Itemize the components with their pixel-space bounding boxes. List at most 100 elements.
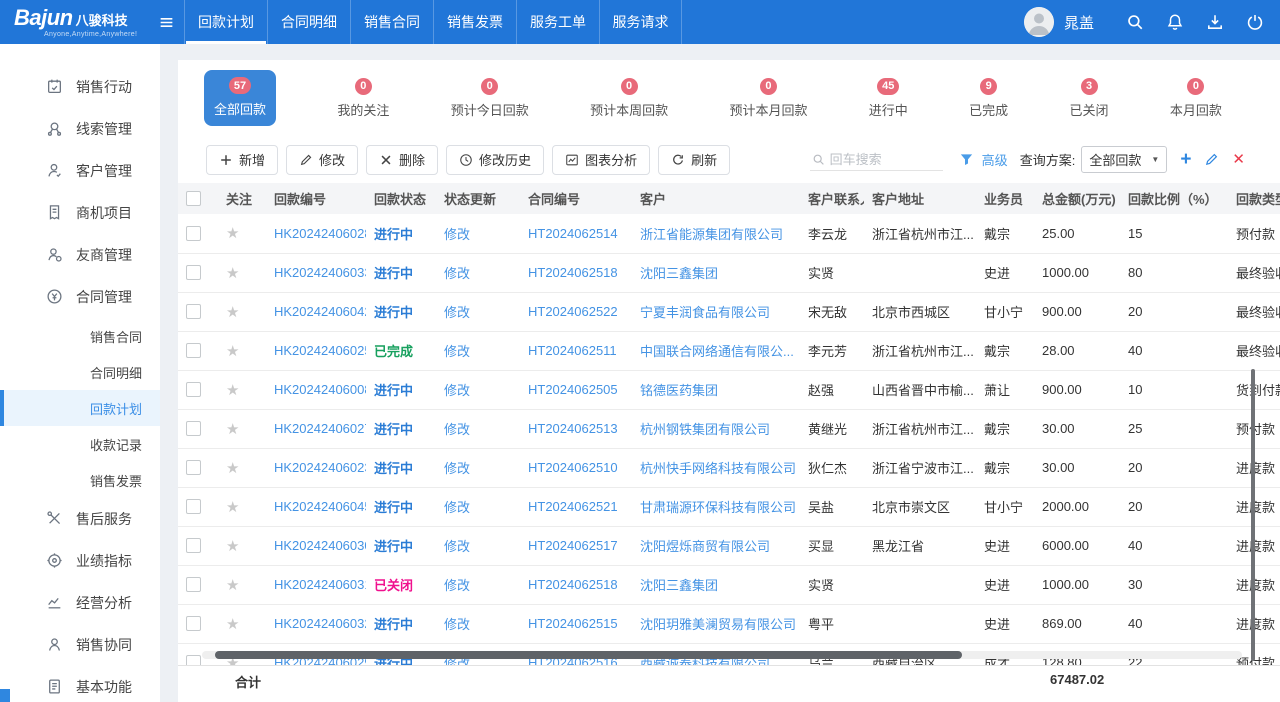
star-icon[interactable]: ★ (226, 421, 239, 438)
contract-link[interactable]: HT2024062517 (528, 538, 618, 553)
star-icon[interactable]: ★ (226, 265, 239, 282)
contract-link[interactable]: HT2024062514 (528, 226, 618, 241)
column-header-5[interactable]: 客户 (632, 183, 800, 214)
plan-no-link[interactable]: HK20242406042 (274, 304, 366, 319)
contract-link[interactable]: HT2024062521 (528, 499, 618, 514)
star-icon[interactable]: ★ (226, 225, 239, 242)
customer-link[interactable]: 铭德医药集团 (640, 383, 718, 398)
edit-link[interactable]: 修改 (444, 383, 470, 398)
search-input[interactable] (830, 152, 935, 167)
delete-button[interactable]: 删除 (366, 145, 438, 175)
sidebar-subitem-5-3[interactable]: 收款记录 (0, 426, 160, 462)
column-header-1[interactable]: 回款编号 (266, 183, 366, 214)
customer-link[interactable]: 沈阳三鑫集团 (640, 266, 718, 281)
stat-filter-7[interactable]: 3已关闭 (1070, 78, 1109, 119)
sidebar-item-3[interactable]: 商机项目 (0, 192, 160, 234)
stat-filter-2[interactable]: 0预计今日回款 (451, 78, 529, 119)
contract-link[interactable]: HT2024062505 (528, 382, 618, 397)
row-checkbox[interactable] (186, 616, 201, 631)
row-checkbox[interactable] (186, 226, 201, 241)
column-header-10[interactable]: 回款比例（%） (1120, 183, 1228, 214)
horizontal-scrollbar-track[interactable] (202, 651, 1242, 659)
add-scheme-button[interactable]: + (1180, 150, 1191, 169)
download-icon[interactable] (1206, 13, 1224, 31)
contract-link[interactable]: HT2024062513 (528, 421, 618, 436)
refresh-button[interactable]: 刷新 (658, 145, 730, 175)
plan-no-link[interactable]: HK20242406023 (274, 460, 366, 475)
sidebar-item-4[interactable]: 友商管理 (0, 234, 160, 276)
plan-no-link[interactable]: HK20242406031 (274, 577, 366, 592)
star-icon[interactable]: ★ (226, 538, 239, 555)
plan-no-link[interactable]: HK20242406045 (274, 499, 366, 514)
column-header-6[interactable]: 客户联系人 (800, 183, 864, 214)
column-header-11[interactable]: 回款类型 (1228, 183, 1280, 214)
nav-tab-3[interactable]: 销售发票 (433, 0, 516, 44)
customer-link[interactable]: 浙江省能源集团有限公司 (640, 227, 783, 242)
customer-link[interactable]: 杭州钢铁集团有限公司 (640, 422, 770, 437)
contract-link[interactable]: HT2024062522 (528, 304, 618, 319)
star-icon[interactable]: ★ (226, 577, 239, 594)
contract-link[interactable]: HT2024062510 (528, 460, 618, 475)
sidebar-item-1[interactable]: 线索管理 (0, 108, 160, 150)
sidebar-subitem-5-2[interactable]: 回款计划 (0, 390, 160, 426)
nav-tab-0[interactable]: 回款计划 (184, 0, 267, 44)
chart-analysis-button[interactable]: 图表分析 (552, 145, 650, 175)
edit-link[interactable]: 修改 (444, 500, 470, 515)
edit-link[interactable]: 修改 (444, 539, 470, 554)
customer-link[interactable]: 沈阳三鑫集团 (640, 578, 718, 593)
customer-link[interactable]: 中国联合网络通信有限公... (640, 344, 794, 359)
plan-no-link[interactable]: HK20242406008 (274, 382, 366, 397)
row-checkbox[interactable] (186, 265, 201, 280)
customer-link[interactable]: 杭州快手网络科技有限公司 (640, 461, 796, 476)
plan-no-link[interactable]: HK20242406030 (274, 538, 366, 553)
edit-link[interactable]: 修改 (444, 578, 470, 593)
row-checkbox[interactable] (186, 304, 201, 319)
contract-link[interactable]: HT2024062515 (528, 616, 618, 631)
star-icon[interactable]: ★ (226, 616, 239, 633)
edit-link[interactable]: 修改 (444, 305, 470, 320)
contract-link[interactable]: HT2024062518 (528, 265, 618, 280)
edit-button[interactable]: 修改 (286, 145, 358, 175)
column-header-0[interactable]: 关注 (218, 183, 266, 214)
search-icon[interactable] (1126, 13, 1144, 31)
nav-tab-4[interactable]: 服务工单 (516, 0, 599, 44)
edit-link[interactable]: 修改 (444, 227, 470, 242)
star-icon[interactable]: ★ (226, 304, 239, 321)
star-icon[interactable]: ★ (226, 460, 239, 477)
star-icon[interactable]: ★ (226, 499, 239, 516)
edit-link[interactable]: 修改 (444, 617, 470, 632)
edit-scheme-button[interactable] (1204, 152, 1219, 167)
sidebar-item-8[interactable]: 经营分析 (0, 582, 160, 624)
sidebar-subitem-5-0[interactable]: 销售合同 (0, 318, 160, 354)
sidebar-item-0[interactable]: 销售行动 (0, 66, 160, 108)
edit-link[interactable]: 修改 (444, 344, 470, 359)
customer-link[interactable]: 沈阳玥雅美澜贸易有限公司 (640, 617, 796, 632)
menu-toggle-icon[interactable] (148, 0, 184, 44)
delete-scheme-button[interactable]: ✕ (1232, 152, 1245, 167)
scheme-select[interactable]: 全部回款 ▼ (1081, 146, 1167, 173)
filter-funnel-icon[interactable] (959, 152, 974, 167)
contract-link[interactable]: HT2024062511 (528, 343, 617, 358)
column-header-3[interactable]: 状态更新 (436, 183, 520, 214)
sidebar-subitem-5-4[interactable]: 销售发票 (0, 462, 160, 498)
stat-filter-5[interactable]: 45进行中 (869, 78, 908, 119)
row-checkbox[interactable] (186, 655, 201, 665)
stat-filter-0[interactable]: 57全部回款 (204, 70, 276, 126)
row-checkbox[interactable] (186, 538, 201, 553)
sidebar-item-9[interactable]: 销售协同 (0, 624, 160, 666)
power-icon[interactable] (1246, 13, 1264, 31)
sidebar-item-5[interactable]: 合同管理 (0, 276, 160, 318)
plan-no-link[interactable]: HK20242406033 (274, 265, 366, 280)
customer-link[interactable]: 甘肃瑞源环保科技有限公司 (640, 500, 796, 515)
sidebar-subitem-5-1[interactable]: 合同明细 (0, 354, 160, 390)
edit-link[interactable]: 修改 (444, 422, 470, 437)
customer-link[interactable]: 沈阳煜烁商贸有限公司 (640, 539, 770, 554)
contract-link[interactable]: HT2024062518 (528, 577, 618, 592)
advanced-search-link[interactable]: 高级 (982, 150, 1008, 169)
username[interactable]: 晁盖 (1064, 12, 1094, 33)
row-checkbox[interactable] (186, 343, 201, 358)
column-header-2[interactable]: 回款状态 (366, 183, 436, 214)
plan-no-link[interactable]: HK20242406025 (274, 343, 366, 358)
add-button[interactable]: 新增 (206, 145, 278, 175)
row-checkbox[interactable] (186, 460, 201, 475)
